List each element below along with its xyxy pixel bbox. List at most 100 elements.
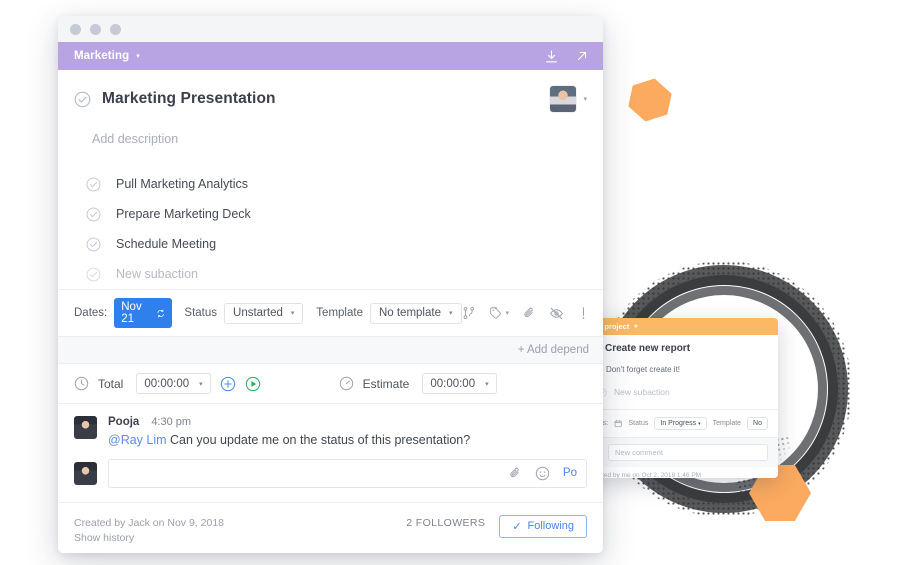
window-minimize-dot[interactable] — [90, 23, 101, 35]
bg-subtask-label: New subaction — [614, 387, 670, 397]
subtask-branch-icon[interactable] — [462, 306, 476, 320]
bg-status-select[interactable]: In Progress ▾ — [654, 417, 707, 430]
subtask-check-circle-icon[interactable] — [86, 267, 101, 282]
subtask-check-circle-icon[interactable] — [86, 237, 101, 252]
estimate-chevron-down-icon: ▾ — [485, 380, 489, 388]
comment-message: Can you update me on the status of this … — [166, 433, 471, 447]
bg-status-value: In Progress — [660, 420, 697, 427]
following-label: Following — [527, 520, 574, 533]
comment-input[interactable]: Po — [108, 458, 587, 488]
decor-hexagon-small — [626, 74, 674, 125]
dependency-row: + Add depend — [58, 336, 603, 364]
date-badge[interactable]: Nov 21 — [114, 298, 172, 328]
total-time-value: 00:00:00 — [144, 377, 190, 390]
add-time-button[interactable] — [220, 376, 236, 392]
bg-task-header: Create new report — [588, 343, 768, 354]
window-close-dot[interactable] — [70, 23, 81, 35]
recurring-icon — [157, 309, 164, 317]
subtask-label: Pull Marketing Analytics — [116, 177, 249, 191]
task-check-circle-icon[interactable] — [74, 91, 91, 108]
template-value: No template — [378, 307, 441, 319]
download-icon[interactable] — [544, 49, 559, 64]
total-label: Total — [98, 376, 124, 391]
background-task-window: First project ▾ Create new report Don't … — [578, 318, 778, 478]
comment-item: Pooja 4:30 pm @Ray Lim Can you update me… — [58, 404, 603, 453]
status-chevron-down-icon: ▾ — [290, 310, 295, 317]
task-meta-row: Dates: Nov 21 Status Unstarted ▾ Templat… — [58, 290, 603, 336]
followers-count: 2 FOLLOWERS — [406, 516, 486, 529]
total-chevron-down-icon: ▾ — [199, 380, 203, 388]
task-action-bar: Close — [58, 544, 603, 553]
list-item[interactable]: Schedule Meeting — [58, 229, 603, 259]
bg-chevron-down-icon[interactable]: ▾ — [634, 323, 637, 330]
comment-avatar — [74, 416, 97, 439]
bg-comment-input[interactable]: New comment — [608, 444, 768, 461]
page-title: Marketing Presentation — [102, 90, 276, 107]
time-tracking-row: Total 00:00:00 ▾ Estimate 00:00:00 ▾ — [58, 364, 603, 404]
comment-mention[interactable]: @Ray Lim — [108, 433, 167, 447]
template-chevron-down-icon: ▾ — [448, 310, 453, 317]
bg-comment-row: New comment — [578, 437, 778, 467]
bg-status-label: Status — [628, 420, 649, 427]
list-item-new-subaction[interactable]: New subaction — [58, 259, 603, 289]
subtask-label: New subaction — [116, 267, 198, 281]
template-label: Template — [316, 307, 363, 319]
bg-appbar: First project ▾ — [578, 318, 778, 335]
list-item[interactable]: Pull Marketing Analytics — [58, 169, 603, 199]
add-dependency-button[interactable]: + Add depend — [518, 344, 589, 356]
comment-text: @Ray Lim Can you update me on the status… — [108, 432, 587, 449]
tag-icon[interactable]: ▾ — [489, 306, 509, 320]
following-button[interactable]: ✓ Following — [499, 514, 587, 538]
date-value: Nov 21 — [121, 301, 142, 325]
bg-meta-row: Dates: Status In Progress ▾ Template No — [578, 409, 778, 437]
task-header: Marketing Presentation ▾ — [58, 70, 603, 112]
assignee-chevron-down-icon[interactable]: ▾ — [583, 95, 587, 103]
footer-meta: Created by Jack on Nov 9, 2018 Show hist… — [74, 515, 224, 544]
hide-icon[interactable] — [549, 306, 564, 321]
status-select[interactable]: Unstarted ▾ — [224, 302, 304, 324]
project-name[interactable]: Marketing — [74, 50, 129, 62]
window-titlebar — [58, 16, 603, 42]
status-value: Unstarted — [233, 307, 283, 319]
comment-body: Pooja 4:30 pm @Ray Lim Can you update me… — [108, 416, 587, 449]
avatar[interactable] — [550, 86, 577, 112]
bg-subtask-placeholder[interactable]: New subaction — [598, 387, 768, 397]
comment-compose-row: Po — [58, 453, 603, 500]
dates-label: Dates: — [74, 307, 108, 319]
estimate-time-value: 00:00:00 — [430, 377, 476, 390]
task-footer: Created by Jack on Nov 9, 2018 Show hist… — [58, 503, 603, 544]
bg-created-text: Created by me on Oct 2, 2018 1:46 PM — [588, 472, 702, 478]
add-description-field[interactable]: Add description — [92, 132, 603, 146]
window-maximize-dot[interactable] — [110, 23, 121, 35]
post-comment-button[interactable]: Po — [563, 467, 577, 479]
show-history-link[interactable]: Show history — [74, 532, 224, 544]
window-content: Marketing Presentation ▾ Add description… — [58, 70, 603, 553]
bg-calendar-icon[interactable] — [614, 419, 622, 428]
attachment-icon[interactable] — [522, 306, 536, 320]
comment-author: Pooja — [108, 416, 140, 428]
estimate-time-input[interactable]: 00:00:00 ▾ — [422, 373, 497, 394]
bg-task-title: Create new report — [605, 343, 691, 354]
comment-header: Pooja 4:30 pm — [108, 416, 587, 428]
emoji-icon[interactable] — [535, 466, 550, 481]
template-select[interactable]: No template ▾ — [369, 302, 462, 324]
bg-window-body: Create new report Don't forget create it… — [578, 335, 778, 397]
project-chevron-down-icon[interactable]: ▾ — [136, 52, 140, 60]
bg-template-label: Template — [712, 420, 742, 427]
priority-icon[interactable] — [577, 306, 590, 321]
task-detail-window: Marketing ▾ Marketing Presentation ▾ Add… — [58, 16, 603, 553]
paperclip-icon[interactable] — [508, 466, 522, 480]
app-bar: Marketing ▾ — [58, 42, 603, 70]
subtask-check-circle-icon[interactable] — [86, 177, 101, 192]
created-by-text: Created by Jack on Nov 9, 2018 — [74, 516, 225, 529]
compose-avatar — [74, 461, 97, 485]
bg-template-select[interactable]: No — [747, 417, 768, 430]
start-timer-button[interactable] — [245, 376, 261, 392]
subtask-check-circle-icon[interactable] — [86, 207, 101, 222]
list-item[interactable]: Prepare Marketing Deck — [58, 199, 603, 229]
clock-icon — [74, 376, 89, 391]
expand-icon[interactable] — [575, 49, 589, 63]
bg-task-description[interactable]: Don't forget create it! — [606, 365, 768, 374]
total-time-input[interactable]: 00:00:00 ▾ — [136, 373, 211, 394]
subtask-list: Pull Marketing Analytics Prepare Marketi… — [58, 169, 603, 289]
